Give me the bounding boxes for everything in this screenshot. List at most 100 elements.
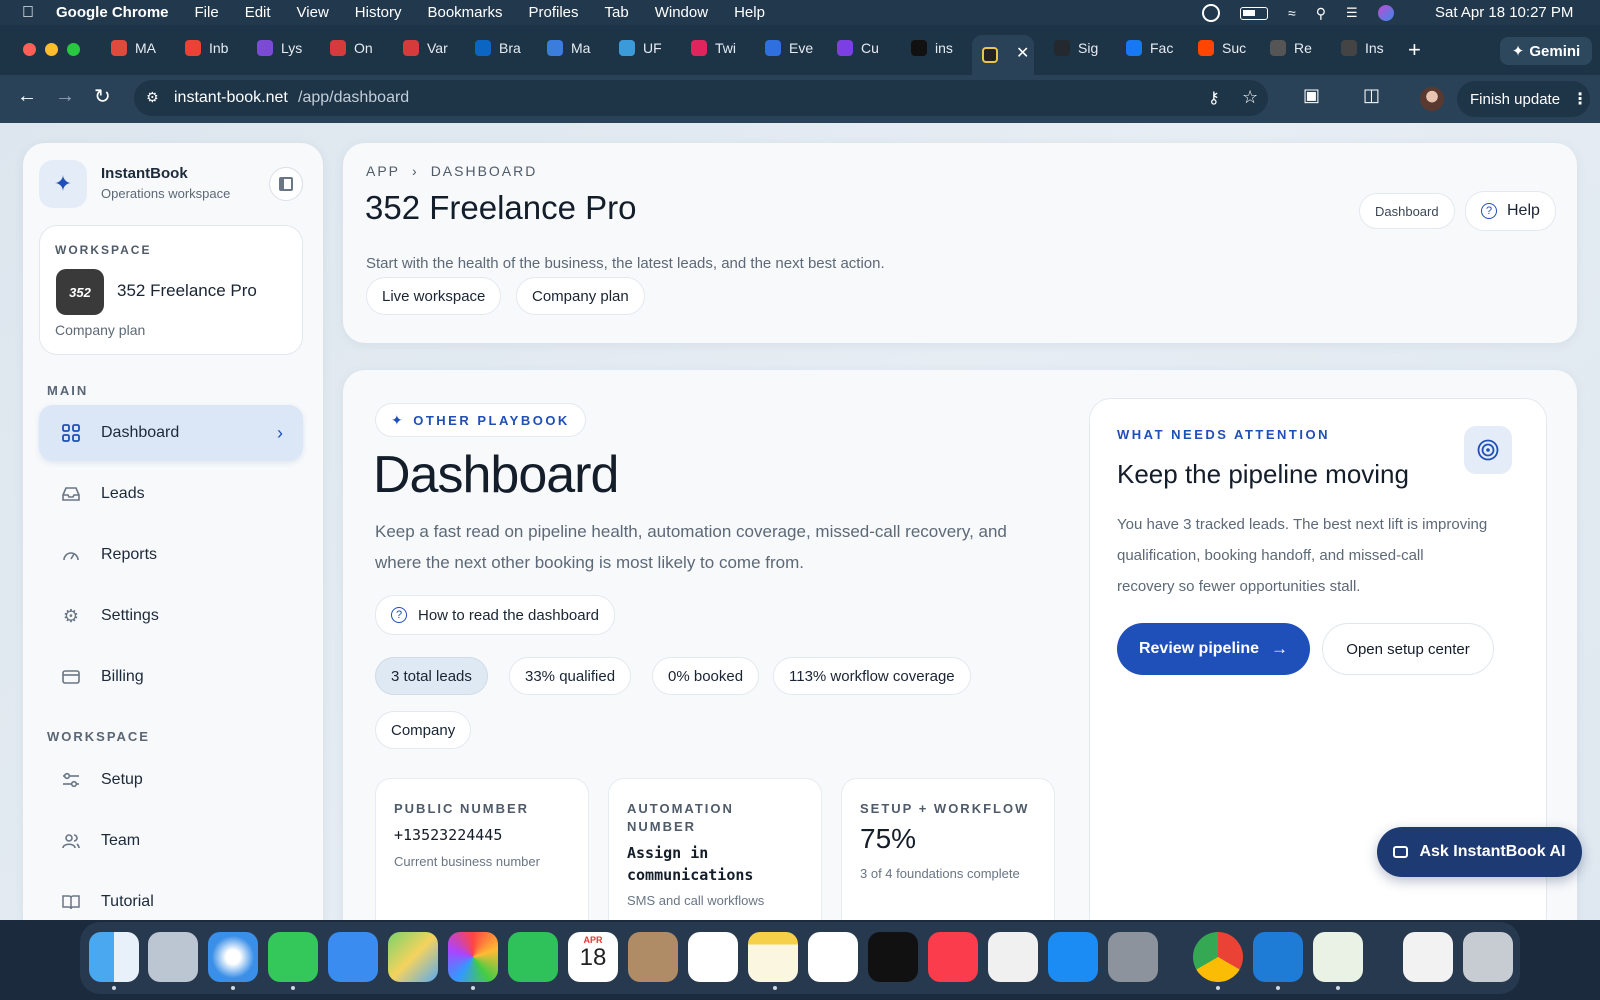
apple-icon[interactable]: 	[22, 4, 34, 22]
browser-tab[interactable]: Twi	[691, 37, 751, 59]
reload-icon[interactable]: ↻	[94, 84, 111, 109]
safari-icon[interactable]	[208, 932, 258, 982]
new-tab-button[interactable]: +	[1408, 37, 1421, 63]
menu-edit[interactable]: Edit	[245, 4, 271, 21]
browser-tab[interactable]: Eve	[765, 37, 825, 59]
stat-plan[interactable]: Company	[375, 711, 472, 749]
sidebar-item-billing[interactable]: Billing	[39, 649, 303, 705]
sidebar-item-team[interactable]: Team	[39, 813, 303, 869]
sidebar-collapse-icon	[279, 177, 293, 191]
menu-window[interactable]: Window	[655, 4, 708, 21]
browser-tab[interactable]: Inb	[185, 37, 245, 59]
window-zoom-button[interactable]	[67, 43, 80, 56]
chip-live-workspace[interactable]: Live workspace	[366, 277, 502, 315]
bookmark-star-icon[interactable]: ☆	[1242, 87, 1258, 108]
address-bar[interactable]: ⚙ instant-book.net /app/dashboard ⚷ ☆	[134, 80, 1268, 116]
maps-icon[interactable]	[388, 932, 438, 982]
menu-clock[interactable]: Sat Apr 18 10:27 PM	[1435, 4, 1573, 21]
chip-company-plan[interactable]: Company plan	[516, 277, 645, 315]
browser-tab[interactable]: Var	[403, 37, 463, 59]
sidebar-item-leads[interactable]: Leads	[39, 466, 303, 522]
messages-icon[interactable]	[268, 932, 318, 982]
menu-tab[interactable]: Tab	[605, 4, 629, 21]
gemini-button[interactable]: ✦ Gemini	[1500, 37, 1592, 65]
menu-history[interactable]: History	[355, 4, 402, 21]
finish-update-button[interactable]: Finish update ⋮	[1457, 81, 1590, 117]
trash-icon[interactable]	[1463, 932, 1513, 982]
back-icon[interactable]: ←	[17, 85, 37, 108]
finder-icon[interactable]	[89, 932, 139, 982]
sidebar-item-setup[interactable]: Setup	[39, 752, 303, 808]
siri-icon[interactable]	[1377, 5, 1394, 21]
stat-workflow-coverage[interactable]: 113% workflow coverage	[773, 657, 971, 695]
password-key-icon[interactable]: ⚷	[1208, 88, 1220, 108]
menu-view[interactable]: View	[297, 4, 329, 21]
browser-tab[interactable]: ins	[911, 37, 971, 59]
extensions-icon[interactable]: ▣	[1303, 85, 1320, 106]
breadcrumb-app[interactable]: APP	[366, 163, 400, 179]
system-settings-icon[interactable]	[1108, 932, 1158, 982]
browser-tab[interactable]: On	[330, 37, 390, 59]
browser-tab[interactable]: Re	[1270, 37, 1330, 59]
menu-app-name[interactable]: Google Chrome	[56, 4, 169, 21]
review-pipeline-button[interactable]: Review pipeline →	[1117, 623, 1310, 675]
how-to-read-button[interactable]: ? How to read the dashboard	[375, 595, 615, 635]
menu-bookmarks[interactable]: Bookmarks	[427, 4, 502, 21]
contacts-icon[interactable]	[628, 932, 678, 982]
browser-tab[interactable]: Suc	[1198, 37, 1258, 59]
app-store-icon[interactable]	[1048, 932, 1098, 982]
help-button[interactable]: ? Help	[1465, 191, 1556, 231]
wifi-icon[interactable]: ≈	[1288, 5, 1296, 21]
vscode-icon[interactable]	[1253, 932, 1303, 982]
chrome-icon[interactable]	[1193, 932, 1243, 982]
window-close-button[interactable]	[23, 43, 36, 56]
search-icon[interactable]: ⚲	[1316, 5, 1326, 22]
news-icon[interactable]	[988, 932, 1038, 982]
browser-tab[interactable]: Fac	[1126, 37, 1186, 59]
stat-qualified[interactable]: 33% qualified	[509, 657, 632, 695]
battery-icon[interactable]	[1240, 6, 1268, 20]
active-tab[interactable]: ✕	[972, 35, 1034, 75]
preview-icon[interactable]	[1313, 932, 1363, 982]
tab-close-icon[interactable]: ✕	[1016, 43, 1029, 63]
browser-tab[interactable]: Cu	[837, 37, 897, 59]
browser-tab[interactable]: Ma	[547, 37, 607, 59]
forward-icon[interactable]: →	[55, 85, 75, 108]
browser-tab[interactable]: MA	[111, 37, 171, 59]
browser-tab[interactable]: Lys	[257, 37, 317, 59]
mail-icon[interactable]	[328, 932, 378, 982]
freeform-icon[interactable]	[808, 932, 858, 982]
stat-booked[interactable]: 0% booked	[652, 657, 760, 695]
apple-tv-icon[interactable]	[868, 932, 918, 982]
menu-help[interactable]: Help	[734, 4, 765, 21]
music-icon[interactable]	[928, 932, 978, 982]
control-center-icon[interactable]: ☰	[1346, 5, 1358, 21]
browser-tab[interactable]: Bra	[475, 37, 535, 59]
stat-total-leads[interactable]: 3 total leads	[375, 657, 488, 695]
launchpad-icon[interactable]	[148, 932, 198, 982]
facetime-icon[interactable]	[508, 932, 558, 982]
menu-file[interactable]: File	[195, 4, 219, 21]
calendar-icon[interactable]: APR 18	[568, 932, 618, 982]
open-setup-center-button[interactable]: Open setup center	[1322, 623, 1494, 675]
sidebar-item-settings[interactable]: ⚙ Settings	[39, 588, 303, 644]
browser-tab[interactable]: Sig	[1054, 37, 1114, 59]
window-minimize-button[interactable]	[45, 43, 58, 56]
browser-tab[interactable]: UF	[619, 37, 679, 59]
sidebar-item-tutorial[interactable]: Tutorial	[39, 874, 303, 920]
notes-icon[interactable]	[748, 932, 798, 982]
document-icon[interactable]	[1403, 932, 1453, 982]
collapse-sidebar-button[interactable]	[269, 167, 303, 201]
sidebar-item-reports[interactable]: Reports	[39, 527, 303, 583]
browser-tab[interactable]: Ins	[1341, 37, 1401, 59]
grammarly-icon[interactable]	[1202, 4, 1220, 22]
reminders-icon[interactable]	[688, 932, 738, 982]
photos-icon[interactable]	[448, 932, 498, 982]
sidebar-item-dashboard[interactable]: Dashboard ›	[39, 405, 303, 461]
ask-ai-button[interactable]: Ask InstantBook AI	[1377, 827, 1582, 877]
profile-avatar[interactable]	[1420, 87, 1444, 111]
menu-profiles[interactable]: Profiles	[529, 4, 579, 21]
site-settings-icon[interactable]: ⚙	[146, 89, 159, 106]
side-panel-icon[interactable]: ◫	[1363, 85, 1380, 106]
workspace-card[interactable]: WORKSPACE 352 352 Freelance Pro Company …	[39, 225, 303, 355]
